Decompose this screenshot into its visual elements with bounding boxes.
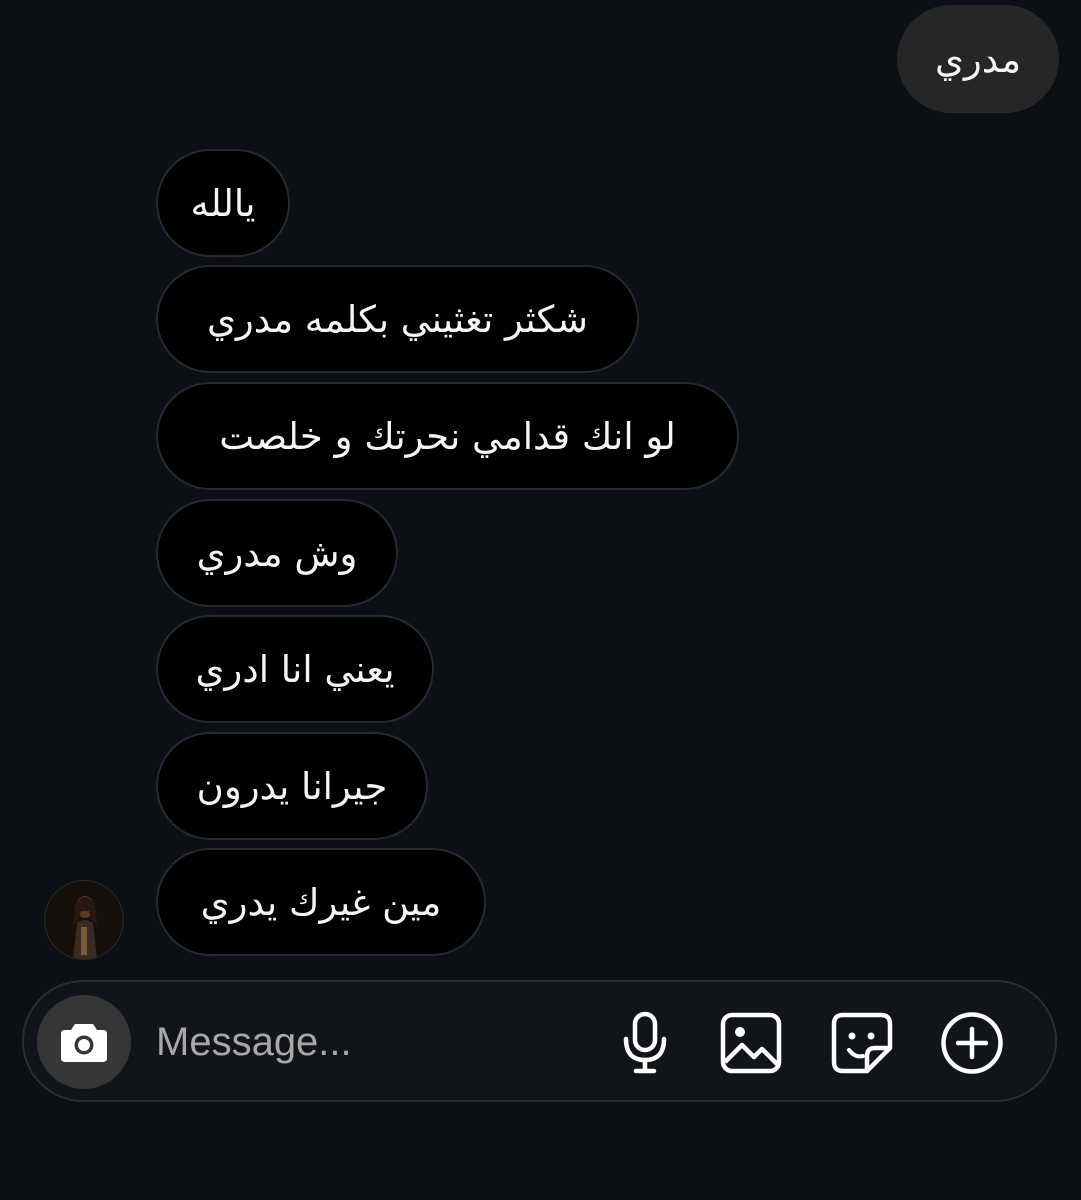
sent-message-bubble[interactable]: مدري <box>897 5 1059 113</box>
avatar-photo <box>45 881 123 959</box>
received-message-bubble[interactable]: لو انك قدامي نحرتك و خلصت <box>156 382 739 490</box>
message-text: مدري <box>934 37 1022 81</box>
received-message-bubble[interactable]: يالله <box>156 149 290 257</box>
sender-avatar[interactable] <box>44 880 124 960</box>
message-text: يالله <box>190 181 256 225</box>
message-text: شكثر تغثيني بكلمه مدري <box>206 297 589 341</box>
message-text: وش مدري <box>196 531 358 575</box>
sticker-icon <box>831 1012 893 1074</box>
camera-icon <box>61 1024 107 1062</box>
message-composer <box>22 980 1057 1102</box>
message-text: يعني انا ادري <box>195 647 395 691</box>
message-input[interactable] <box>156 1012 576 1072</box>
message-text: مين غيرك يدري <box>200 880 442 924</box>
gallery-button[interactable] <box>718 1010 784 1076</box>
plus-circle-icon <box>941 1012 1003 1074</box>
camera-button[interactable] <box>37 995 131 1089</box>
sticker-button[interactable] <box>829 1010 895 1076</box>
received-message-bubble[interactable]: شكثر تغثيني بكلمه مدري <box>156 265 639 373</box>
more-options-button[interactable] <box>939 1010 1005 1076</box>
received-message-bubble[interactable]: جيرانا يدرون <box>156 732 428 840</box>
gallery-icon <box>720 1012 782 1074</box>
microphone-icon <box>623 1011 667 1074</box>
message-text: لو انك قدامي نحرتك و خلصت <box>219 414 676 458</box>
received-message-bubble[interactable]: يعني انا ادري <box>156 615 434 723</box>
received-message-bubble[interactable]: وش مدري <box>156 499 398 607</box>
message-text: جيرانا يدرون <box>196 764 388 808</box>
voice-message-button[interactable] <box>612 1010 678 1076</box>
received-message-bubble[interactable]: مين غيرك يدري <box>156 848 486 956</box>
